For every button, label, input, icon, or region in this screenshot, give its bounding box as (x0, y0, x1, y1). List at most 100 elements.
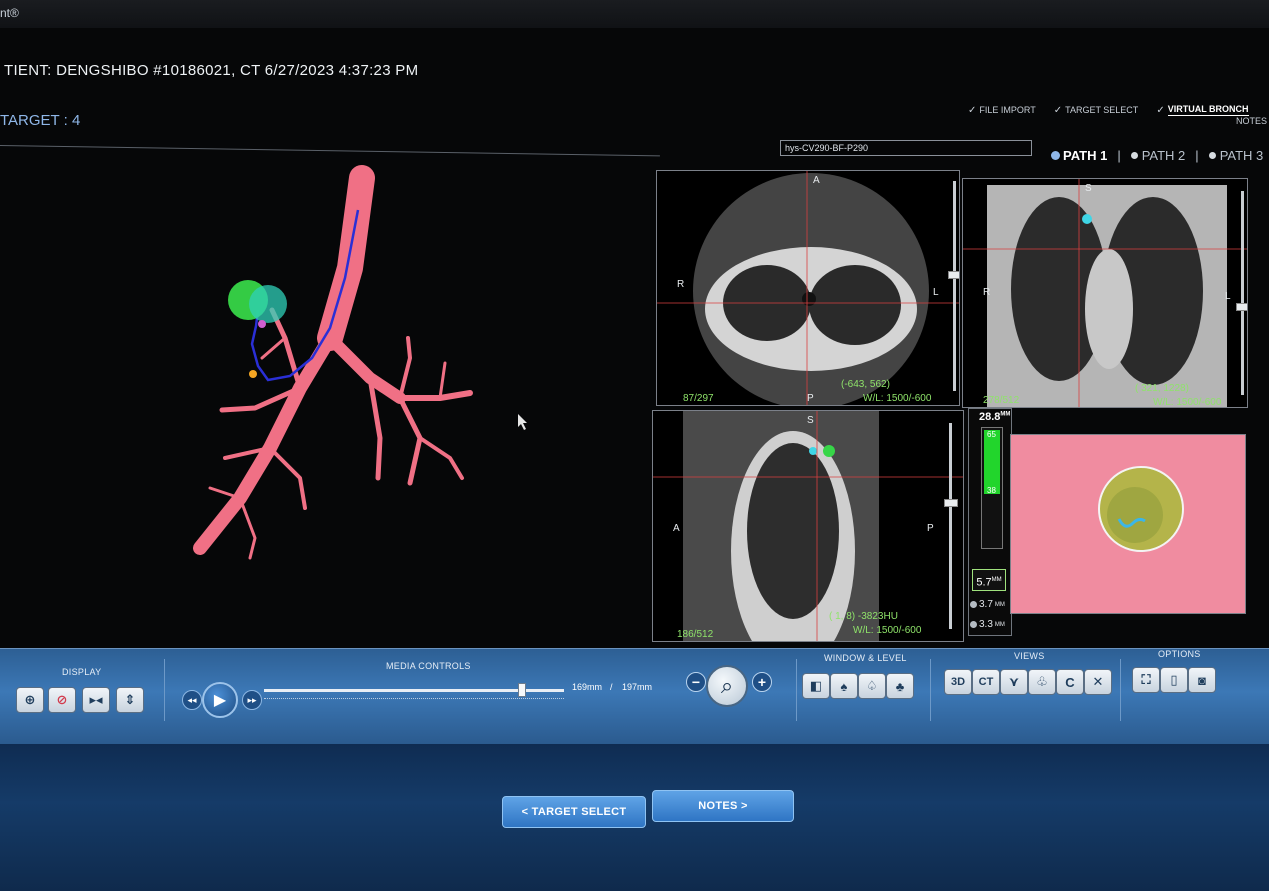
toolbar-separator (930, 659, 931, 721)
flip-vertical-button[interactable]: ⇕ (116, 687, 144, 713)
slice-slider-thumb[interactable] (1236, 303, 1247, 311)
airway-off-icon: ⊘ (56, 692, 68, 707)
toggle-airway-button[interactable]: ⊘ (48, 687, 76, 713)
slice-slider-track[interactable] (953, 181, 956, 391)
display-group: DISPLAY ⊕ ⊘ ▸◂ ⇕ (0, 649, 164, 745)
view-ct-label: CT (978, 676, 994, 688)
next-notes-button[interactable]: NOTES > (652, 790, 794, 822)
path-selector: PATH 1 | PATH 2 | PATH 3 (1052, 148, 1263, 163)
toolbar-separator (1120, 659, 1121, 721)
notes-link[interactable]: NOTES (1236, 116, 1267, 126)
ct-axial-view[interactable]: A R L P 87/297 (-643, 562) W/L: 1500/-60… (656, 170, 960, 406)
slice-slider-thumb[interactable] (944, 499, 958, 507)
path-label: PATH 1 (1063, 148, 1108, 163)
orientation-right: P (927, 523, 934, 534)
orientation-left: R (677, 279, 685, 290)
path-label: PATH 2 (1141, 148, 1186, 163)
play-button[interactable]: ▶ (202, 682, 238, 718)
airway-3d-view[interactable] (0, 148, 656, 648)
orientation-top: S (1085, 183, 1092, 194)
endoluminal-image (1011, 435, 1245, 613)
app-logo-text: nt® (0, 6, 19, 20)
step-target-select[interactable]: ✓ TARGET SELECT (1054, 104, 1139, 116)
step-label: VIRTUAL BRONCH (1167, 104, 1249, 116)
back-target-select-button[interactable]: < TARGET SELECT (502, 796, 646, 828)
window-level-title: WINDOW & LEVEL (824, 653, 907, 663)
path-option-1[interactable]: PATH 1 (1052, 148, 1107, 163)
window-preset-mediastinum-button[interactable]: ♤ (858, 673, 886, 699)
slice-slider-track[interactable] (949, 423, 952, 629)
orientation-right: L (1225, 291, 1231, 302)
options-title: OPTIONS (1158, 649, 1201, 659)
flip-horizontal-icon: ▸◂ (89, 692, 103, 707)
rewind-button[interactable]: ◂◂ (182, 690, 202, 710)
flip-horizontal-button[interactable]: ▸◂ (82, 687, 110, 713)
slice-slider-thumb[interactable] (948, 271, 959, 279)
fast-forward-button[interactable]: ▸▸ (242, 690, 262, 710)
mouse-cursor-icon (518, 414, 527, 430)
patient-info: TIENT: DENGSHIBO #10186021, CT 6/27/2023… (4, 62, 419, 79)
ct-sagittal-image (653, 411, 963, 641)
view-ct-button[interactable]: CT (972, 669, 1000, 695)
ct-axial-image (657, 171, 959, 405)
crosshair-icon: ⊕ (24, 692, 36, 707)
meter-high-value: 65 (987, 430, 996, 439)
ct-sagittal-view[interactable]: S A P 186/512 ( 1, 8) -3823HU W/L: 1500/… (652, 410, 964, 642)
crosshair-button[interactable]: ⊕ (16, 687, 44, 713)
slice-slider-track[interactable] (1241, 191, 1244, 395)
view-airway-button[interactable]: ⋎ (1000, 669, 1028, 695)
cursor-coordinate: (-643, 562) (841, 379, 890, 390)
airway-diameter-box: 5.7MM (972, 569, 1006, 591)
distance-separator: / (610, 682, 613, 692)
zoom-out-button[interactable]: − (686, 672, 706, 692)
path-separator: | (1117, 148, 1121, 163)
camera-icon: ◙ (1198, 672, 1206, 688)
screenshot-button[interactable]: ◙ (1188, 667, 1216, 693)
virtual-bronchoscopy-view[interactable] (1010, 434, 1246, 614)
window-preset-bone-button[interactable]: ♣ (886, 673, 914, 699)
display-title: DISPLAY (62, 667, 102, 677)
window-preset-lung-button[interactable]: ♠ (830, 673, 858, 699)
zoom-in-button[interactable]: + (752, 672, 772, 692)
path-progress-thumb[interactable] (518, 683, 526, 697)
document-icon: ▯ (1170, 672, 1178, 687)
step-file-import[interactable]: ✓ FILE IMPORT (968, 104, 1036, 116)
circle-icon (970, 621, 977, 628)
path-option-3[interactable]: PATH 3 (1208, 148, 1263, 163)
path-endpoint-icon (258, 320, 266, 328)
radio-dot-icon (1052, 152, 1059, 159)
view-close-button[interactable]: ✕ (1084, 669, 1112, 695)
view-c-button[interactable]: C (1056, 669, 1084, 695)
meter-low-value: 38 (987, 486, 996, 495)
close-icon: ✕ (1092, 674, 1104, 689)
report-button[interactable]: ▯ (1160, 667, 1188, 693)
orientation-right: L (933, 287, 939, 298)
airway-tree (193, 165, 473, 560)
zoom-button[interactable]: ⌕ (706, 665, 748, 707)
rewind-icon: ◂◂ (187, 694, 197, 705)
fullscreen-button[interactable]: ⛶ (1132, 667, 1160, 693)
orientation-left: R (983, 287, 991, 298)
diameter-row-1: 3.7 MM (970, 599, 1005, 610)
slice-index: 186/512 (677, 629, 714, 640)
airway-icon: ⋎ (1008, 674, 1020, 689)
check-icon: ✓ (1053, 104, 1063, 116)
view-3d-label: 3D (950, 676, 966, 688)
window-preset-icon: ◧ (809, 678, 823, 693)
path-option-2[interactable]: PATH 2 (1130, 148, 1186, 163)
orientation-bottom: P (807, 393, 814, 404)
bronchoscope-select[interactable]: hys-CV290-BF-P290 (780, 140, 1032, 156)
view-3d-button[interactable]: 3D (944, 669, 972, 695)
slice-index: 87/297 (683, 393, 714, 404)
distance-meter: 28.8MM 65 38 5.7MM 3.7 MM 3.3 MM (968, 408, 1012, 636)
window-preset-1-button[interactable]: ◧ (802, 673, 830, 699)
view-lung-button[interactable]: ♧ (1028, 669, 1056, 695)
ct-coronal-image (963, 179, 1247, 407)
step-virtual-bronch[interactable]: ✓ VIRTUAL BRONCH (1156, 104, 1249, 116)
lung-bone-icon: ♣ (895, 678, 905, 694)
lungs-icon: ♧ (1036, 674, 1048, 689)
window-level-readout: W/L: 1500/-600 (853, 625, 922, 636)
ct-coronal-view[interactable]: S R L 278/512 ( 321, 1228) W/L: 1500/-60… (962, 178, 1248, 408)
scope-tip-icon (249, 370, 257, 378)
total-distance: 197mm (622, 682, 653, 692)
